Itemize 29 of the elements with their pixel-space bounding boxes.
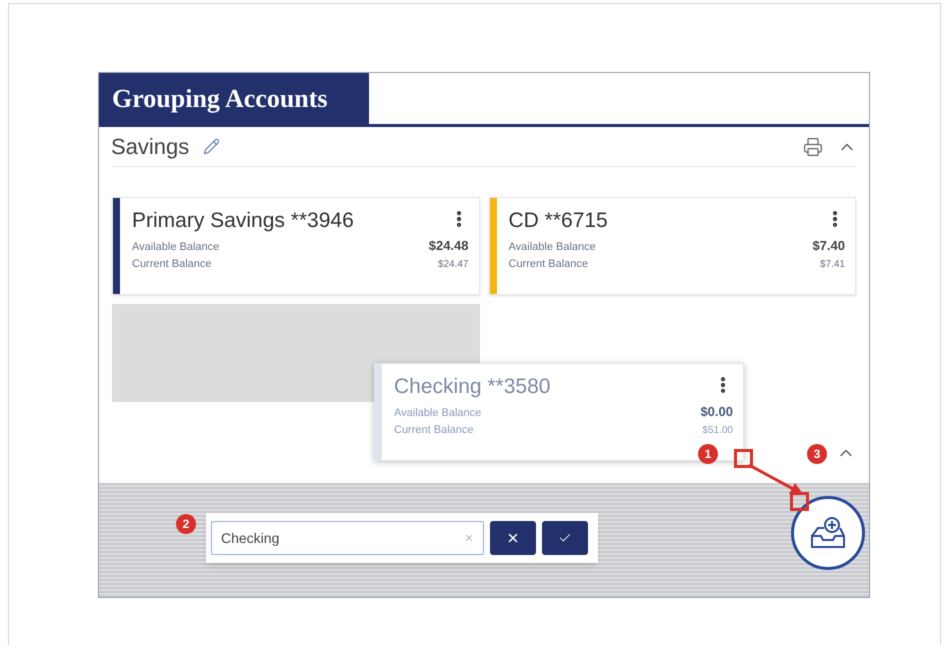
group-name: Savings — [111, 133, 190, 161]
balance-value: $51.00 — [702, 424, 733, 438]
balance-label: Available Balance — [394, 406, 482, 421]
callout-number: 3 — [807, 444, 827, 464]
balance-value: $7.41 — [820, 258, 845, 272]
balance-label: Current Balance — [394, 422, 474, 438]
edit-pencil-icon[interactable] — [203, 138, 220, 155]
balance-value: $24.48 — [428, 237, 468, 255]
highlight-square — [734, 449, 753, 468]
balance-label: Current Balance — [508, 256, 588, 272]
inbox-plus-icon — [808, 516, 848, 550]
balance-value: $24.47 — [438, 258, 468, 272]
account-name: Primary Savings **3946 — [132, 208, 354, 234]
account-name: CD **6715 — [508, 208, 608, 234]
clear-icon[interactable] — [464, 533, 474, 543]
balance-label: Available Balance — [508, 240, 596, 255]
close-icon — [506, 531, 520, 545]
group-name-input[interactable]: Checking — [221, 528, 464, 548]
balance-value: $7.40 — [812, 237, 845, 255]
balance-label: Current Balance — [132, 256, 212, 272]
group-name-field[interactable]: Checking — [211, 521, 484, 555]
cancel-button[interactable] — [490, 521, 536, 555]
account-card[interactable]: Primary Savings **3946 Available Balance $24.48 Current Balance $24.47 — [112, 197, 480, 295]
balance-value: $0.00 — [700, 403, 733, 421]
balance-label: Available Balance — [132, 240, 220, 255]
page-title: Grouping Accounts — [99, 73, 369, 124]
account-name: Checking **3580 — [394, 374, 550, 400]
print-icon[interactable] — [803, 136, 823, 156]
account-card[interactable]: CD **6715 Available Balance $7.40 Current Balance $7.41 — [488, 197, 856, 295]
